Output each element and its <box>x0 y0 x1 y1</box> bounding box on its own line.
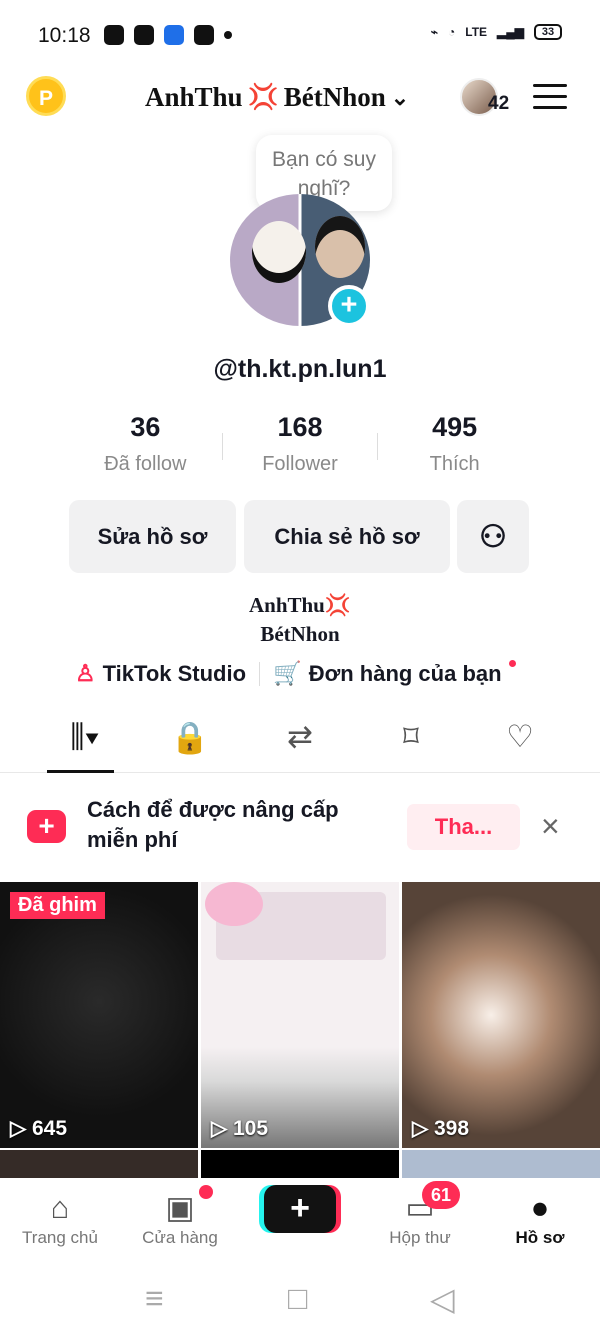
links-divider <box>259 661 261 686</box>
stat-followers[interactable]: 168 Follower <box>223 412 378 476</box>
video-tile[interactable]: Đã ghim ▷ 645 <box>0 882 198 1148</box>
menu-icon[interactable] <box>533 84 567 110</box>
anger-icon: 💢 <box>247 84 279 111</box>
account-switcher[interactable]: AnhThu 💢 BétNhon ⌄ <box>145 82 409 113</box>
inbox-badge: 61 <box>422 1181 460 1209</box>
messenger-icon <box>104 25 124 45</box>
share-profile-button[interactable]: Chia sẻ hồ sơ <box>244 500 450 573</box>
profile-stats: 36 Đã follow 168 Follower 495 Thích <box>68 412 532 476</box>
stat-divider <box>377 433 378 460</box>
wifi-icon: ◔ <box>448 25 456 39</box>
video-tile-partial[interactable] <box>0 1150 198 1180</box>
recent-apps-icon[interactable]: ≡ <box>145 1280 164 1317</box>
saved-icon[interactable]: ⌑ <box>381 719 441 763</box>
coin-icon[interactable]: P <box>26 76 66 116</box>
pinned-badge: Đã ghim <box>10 892 105 919</box>
video-grid: Đã ghim ▷ 645 ▷ 105 ▷ 398 <box>0 882 600 1180</box>
home-tab[interactable]: ⌂ Trang chủ <box>10 1188 110 1248</box>
avatar-person-right <box>315 216 365 278</box>
status-time: 10:18 <box>38 24 91 47</box>
profile-links: ♙ TikTok Studio 🛒 Đơn hàng của bạn <box>75 660 516 687</box>
notification-icons <box>104 25 232 45</box>
lock-icon[interactable]: 🔒 <box>160 719 220 763</box>
active-tab-indicator <box>47 770 114 773</box>
video-views: ▷ 398 <box>412 1117 470 1140</box>
shop-notification-icon <box>194 25 214 45</box>
video-tile-partial[interactable] <box>402 1150 600 1180</box>
upgrade-promo[interactable]: + Cách để được nâng cấp miễn phí Tha... × <box>0 778 600 874</box>
repost-icon[interactable]: ⇄ <box>270 719 330 763</box>
shop-notification-dot <box>199 1185 213 1199</box>
signal-icon: ▂▄▆ <box>497 25 524 39</box>
video-tile-partial[interactable] <box>201 1150 399 1180</box>
promo-text: Cách để được nâng cấp miễn phí <box>87 797 339 852</box>
bio-line-1: AnhThu💢 <box>248 593 352 617</box>
promo-action-button[interactable]: Tha... <box>407 804 520 850</box>
system-status-icons: ⌁ ◔ LTE ▂▄▆ 33 <box>431 24 562 40</box>
close-icon[interactable]: × <box>541 810 560 842</box>
mute-icon: ⌁ <box>430 25 438 39</box>
zalo-icon <box>134 25 154 45</box>
tiktok-studio-link[interactable]: ♙ TikTok Studio <box>75 660 246 687</box>
visitor-count: 42 <box>488 93 510 114</box>
profile-tab[interactable]: ● Hồ sơ <box>490 1188 590 1248</box>
avatar-person-left <box>252 221 306 283</box>
username-first: AnhThu <box>145 82 243 112</box>
stat-likes[interactable]: 495 Thích <box>377 412 532 476</box>
video-views: ▷ 645 <box>10 1117 68 1140</box>
video-tile[interactable]: ▷ 105 <box>201 882 399 1148</box>
create-button[interactable]: + <box>264 1185 336 1233</box>
video-tile[interactable]: ▷ 398 <box>402 882 600 1148</box>
orders-notification-dot <box>508 660 516 667</box>
home-icon: ⌂ <box>50 1190 70 1225</box>
videos-tab[interactable]: ⫼▾ <box>55 719 115 763</box>
system-navigation: ≡ □ ◁ <box>0 1270 600 1333</box>
shop-tab[interactable]: ▣ Cửa hàng <box>130 1188 230 1248</box>
add-friend-icon[interactable]: ⚇ <box>457 500 529 573</box>
edit-profile-button[interactable]: Sửa hồ sơ <box>69 500 236 573</box>
home-system-icon[interactable]: □ <box>288 1280 307 1317</box>
stat-divider <box>222 433 223 460</box>
more-dot-icon <box>224 31 232 39</box>
stat-following[interactable]: 36 Đã follow <box>68 412 223 476</box>
creator-icon: ♙ <box>75 660 96 686</box>
chevron-down-icon: ⌄ <box>390 84 410 110</box>
bow-decoration <box>205 882 263 926</box>
profile-header: P AnhThu 💢 BétNhon ⌄ 42 <box>0 70 600 126</box>
profile-handle: @th.kt.pn.lun1 <box>213 355 387 383</box>
battery-icon: 33 <box>534 24 562 40</box>
profile-icon: ● <box>530 1190 550 1225</box>
back-icon[interactable]: ◁ <box>430 1280 455 1318</box>
bio-line-2: BétNhon <box>260 622 340 646</box>
content-tabs: ⫼▾ 🔒 ⇄ ⌑ ♡ <box>0 715 600 773</box>
volte-icon: LTE <box>465 25 488 39</box>
app-icon <box>164 25 184 45</box>
video-views: ▷ 105 <box>211 1117 269 1140</box>
bottom-navigation: ⌂ Trang chủ ▣ Cửa hàng + ▭ Hộp thư 61 ● Hồ s… <box>0 1178 600 1258</box>
profile-bio: AnhThu💢 BétNhon <box>0 591 600 649</box>
status-bar: 10:18 ⌁ ◔ LTE ▂▄▆ 33 <box>0 0 600 72</box>
username-last: BétNhon <box>283 82 386 112</box>
shop-icon: ▣ <box>165 1190 195 1225</box>
promo-plus-icon: + <box>27 810 66 843</box>
liked-icon[interactable]: ♡ <box>490 719 550 763</box>
cart-icon: 🛒 <box>273 660 302 686</box>
add-story-button[interactable]: + <box>328 285 370 327</box>
orders-link[interactable]: 🛒 Đơn hàng của bạn <box>273 660 516 687</box>
